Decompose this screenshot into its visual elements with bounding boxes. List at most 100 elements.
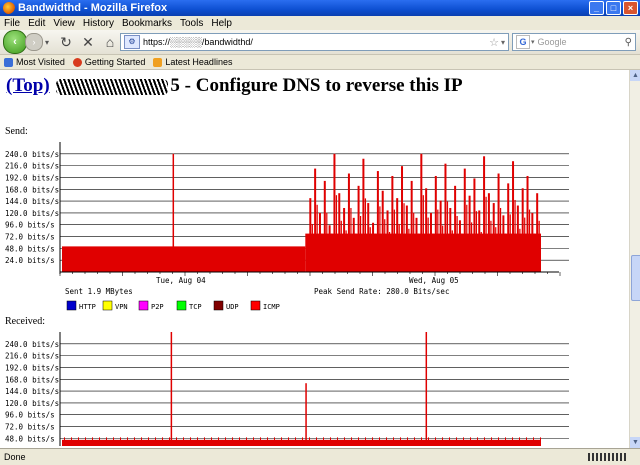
url-text[interactable]: https://░░░░░/bandwidthd/ bbox=[143, 37, 489, 47]
traffic-bar bbox=[372, 222, 375, 272]
legend-swatch bbox=[66, 300, 77, 311]
scroll-thumb[interactable] bbox=[631, 255, 640, 301]
y-tick-label: 24.0 bits/s bbox=[5, 256, 55, 265]
menu-tools[interactable]: Tools bbox=[180, 18, 203, 29]
scroll-down-icon[interactable]: ▼ bbox=[630, 437, 640, 448]
traffic-bar bbox=[374, 233, 376, 272]
bookmark-getting-started[interactable]: Getting Started bbox=[72, 57, 145, 67]
traffic-bar bbox=[318, 212, 321, 272]
traffic-bar bbox=[471, 222, 473, 272]
y-tick-label: 144.0 bits/s bbox=[5, 197, 59, 206]
traffic-bar bbox=[502, 215, 505, 272]
traffic-bar bbox=[197, 437, 198, 446]
address-bar[interactable]: ⚙ https://░░░░░/bandwidthd/ ☆ ▾ bbox=[120, 33, 509, 51]
menu-file[interactable]: File bbox=[4, 18, 20, 29]
traffic-bar bbox=[463, 437, 464, 446]
home-icon[interactable]: ⌂ bbox=[101, 33, 119, 51]
search-placeholder[interactable]: Google bbox=[538, 37, 625, 47]
traffic-bar bbox=[466, 204, 468, 272]
traffic-bar bbox=[429, 212, 432, 272]
traffic-bar bbox=[309, 437, 310, 446]
traffic-bar bbox=[190, 437, 191, 446]
stop-icon[interactable]: ✕ bbox=[79, 33, 97, 51]
menu-bar: File Edit View History Bookmarks Tools H… bbox=[0, 16, 640, 30]
page-title: (Top) 5 - Configure DNS to reverse this … bbox=[6, 75, 463, 97]
reload-icon[interactable]: ↻ bbox=[57, 33, 75, 51]
traffic-bar bbox=[352, 217, 355, 272]
search-box[interactable]: G ▾ Google ⚲ bbox=[512, 33, 636, 51]
sent-total-label: Sent 1.9 MBytes bbox=[65, 287, 133, 296]
menu-help[interactable]: Help bbox=[211, 18, 232, 29]
traffic-bar bbox=[505, 437, 506, 446]
traffic-bar bbox=[524, 217, 526, 272]
traffic-bar bbox=[316, 204, 318, 272]
y-tick-label: 216.0 bits/s bbox=[5, 352, 59, 361]
traffic-bar bbox=[364, 198, 367, 272]
url-dropdown-icon[interactable]: ▾ bbox=[501, 38, 505, 47]
traffic-bar bbox=[442, 437, 443, 446]
traffic-bar bbox=[425, 188, 428, 272]
status-signature-icon bbox=[588, 453, 628, 461]
traffic-bar bbox=[454, 185, 457, 272]
y-tick-label: 48.0 bits/s bbox=[5, 434, 55, 443]
traffic-bar bbox=[519, 437, 520, 446]
search-icon[interactable]: ⚲ bbox=[625, 37, 632, 48]
maximize-button[interactable]: □ bbox=[606, 1, 621, 15]
legend-swatch bbox=[138, 300, 149, 311]
y-tick-label: 144.0 bits/s bbox=[5, 387, 59, 396]
site-identity-icon[interactable]: ⚙ bbox=[124, 35, 140, 49]
traffic-bar bbox=[239, 437, 240, 446]
legend-swatch bbox=[250, 300, 261, 311]
history-dropdown-icon[interactable]: ▾ bbox=[45, 38, 53, 47]
legend-swatch bbox=[213, 300, 224, 311]
vertical-scrollbar[interactable]: ▲ ▼ bbox=[629, 70, 640, 448]
x-tick-label: Wed, Aug 05 bbox=[409, 276, 459, 285]
traffic-bar bbox=[331, 233, 333, 272]
top-link[interactable]: (Top) bbox=[6, 75, 50, 96]
close-window-button[interactable]: × bbox=[623, 1, 638, 15]
traffic-bar bbox=[442, 225, 444, 272]
traffic-bar bbox=[401, 166, 404, 272]
traffic-bar bbox=[512, 437, 513, 446]
traffic-bar bbox=[355, 233, 357, 272]
scroll-up-icon[interactable]: ▲ bbox=[630, 70, 640, 81]
minimize-button[interactable]: _ bbox=[589, 1, 604, 15]
traffic-bar bbox=[333, 153, 336, 272]
traffic-bar bbox=[204, 437, 205, 446]
menu-view[interactable]: View bbox=[53, 18, 75, 29]
traffic-bar bbox=[386, 437, 387, 446]
traffic-bar bbox=[365, 437, 366, 446]
legend-label: ICMP bbox=[263, 303, 280, 311]
traffic-bar bbox=[498, 437, 499, 446]
x-tick-label: Tue, Aug 04 bbox=[156, 276, 206, 285]
traffic-bar bbox=[435, 437, 436, 446]
google-engine-icon[interactable]: G bbox=[516, 35, 530, 49]
traffic-bar bbox=[405, 205, 408, 272]
traffic-bar bbox=[413, 212, 415, 272]
menu-bookmarks[interactable]: Bookmarks bbox=[122, 18, 172, 29]
menu-edit[interactable]: Edit bbox=[28, 18, 45, 29]
traffic-bar bbox=[484, 437, 485, 446]
search-engine-dropdown-icon[interactable]: ▾ bbox=[531, 38, 535, 46]
traffic-bar bbox=[475, 211, 478, 272]
traffic-bar bbox=[386, 210, 389, 272]
traffic-bar bbox=[367, 203, 370, 272]
traffic-bar bbox=[470, 437, 471, 446]
received-chart: 240.0 bits/s 216.0 bits/s 192.0 bits/s 168.… bbox=[5, 332, 569, 446]
back-button[interactable]: ‹ bbox=[3, 30, 27, 54]
bookmark-latest-headlines[interactable]: Latest Headlines bbox=[153, 57, 232, 67]
traffic-bar bbox=[295, 437, 296, 446]
y-tick-label: 96.0 bits/s bbox=[5, 411, 55, 420]
bookmark-star-icon[interactable]: ☆ bbox=[489, 36, 499, 49]
traffic-bar bbox=[434, 175, 437, 272]
traffic-bar bbox=[428, 437, 429, 446]
traffic-bar bbox=[148, 437, 149, 446]
traffic-bar bbox=[417, 233, 420, 272]
traffic-bar bbox=[536, 193, 539, 272]
forward-button[interactable]: › bbox=[25, 33, 43, 51]
menu-history[interactable]: History bbox=[83, 18, 114, 29]
legend-swatch bbox=[176, 300, 187, 311]
bookmark-most-visited[interactable]: Most Visited bbox=[4, 57, 65, 67]
y-tick-label: 168.0 bits/s bbox=[5, 185, 59, 194]
traffic-bar bbox=[64, 437, 65, 446]
